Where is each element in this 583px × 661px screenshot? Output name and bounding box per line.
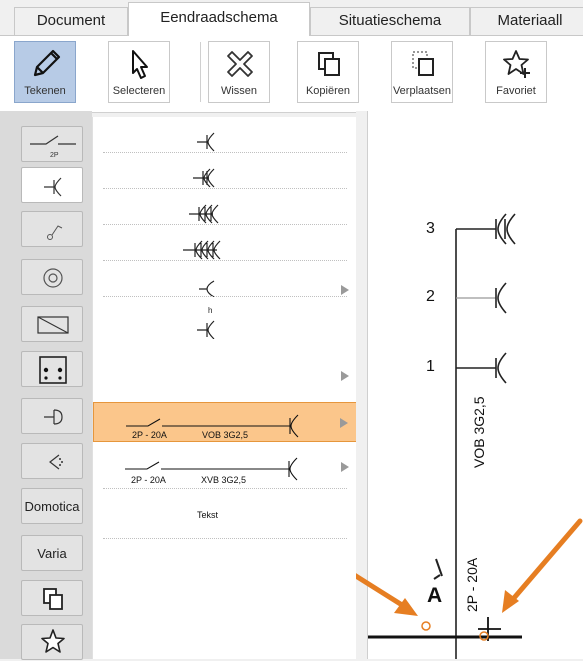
heater-icon — [37, 316, 69, 334]
wissen-button[interactable]: Wissen — [208, 41, 270, 103]
category-domotica[interactable]: Domotica — [21, 488, 83, 524]
wissen-label: Wissen — [220, 85, 258, 97]
symbol-socket-double[interactable] — [93, 153, 357, 189]
move-icon — [412, 51, 434, 76]
symbol-socket-single[interactable] — [93, 117, 357, 153]
verplaatsen-label: Verplaatsen — [392, 85, 452, 97]
category-heater[interactable] — [21, 306, 83, 342]
symbol-socket-h[interactable]: h — [93, 297, 357, 381]
switch-2p-label: 2P — [50, 152, 59, 159]
toolbar-separator — [200, 42, 201, 102]
cursor-icon — [132, 50, 148, 79]
symbol-text[interactable]: Tekst — [93, 497, 357, 539]
category-bell[interactable] — [21, 398, 83, 434]
copy-icon — [318, 52, 340, 76]
favoriet-button[interactable]: Favoriet — [485, 41, 547, 103]
socket-plain-icon — [199, 280, 215, 298]
lamp-icon — [43, 268, 63, 288]
symbol-circuit-xvb[interactable]: 2P - 20A XVB 3G2,5 — [93, 449, 357, 489]
expand-arrow-icon[interactable] — [341, 285, 349, 295]
tab-bar: Document Eendraadschema Situatieschema M… — [0, 0, 583, 36]
category-dice[interactable] — [21, 351, 83, 387]
circuit-number-2: 2 — [426, 288, 435, 305]
circuit-vob-cable-label: VOB 3G2,5 — [202, 430, 249, 440]
category-socket[interactable] — [21, 167, 83, 203]
socket-icon — [44, 177, 62, 197]
circuit-number-1: 1 — [426, 358, 435, 375]
star-add-icon — [503, 50, 530, 78]
switch-icon: 2P — [30, 135, 76, 159]
light-switch-icon — [47, 225, 63, 240]
tekenen-button[interactable]: Tekenen — [14, 41, 76, 103]
tab-document[interactable]: Document — [14, 7, 128, 36]
category-lamp[interactable] — [21, 259, 83, 295]
category-copy[interactable] — [21, 580, 83, 616]
favoriet-label: Favoriet — [496, 85, 536, 97]
cable-label: VOB 3G2,5 — [471, 396, 487, 468]
circuit-xvb-breaker-label: 2P - 20A — [131, 475, 166, 485]
circuit-xvb-cable-label: XVB 3G2,5 — [201, 475, 247, 485]
socket-h-label: h — [208, 306, 212, 315]
selecteren-button[interactable]: Selecteren — [108, 41, 170, 103]
category-light-switch[interactable] — [21, 211, 83, 247]
category-speaker[interactable] — [21, 443, 83, 479]
tab-eendraadschema[interactable]: Eendraadschema — [128, 2, 310, 36]
verplaatsen-button[interactable]: Verplaatsen — [391, 41, 453, 103]
expand-arrow-icon[interactable] — [341, 462, 349, 472]
symbol-socket-plain[interactable] — [93, 261, 357, 298]
socket-single-icon — [197, 132, 215, 152]
erase-x-icon — [227, 51, 253, 77]
pencil-icon — [33, 49, 61, 77]
copy-icon — [43, 588, 63, 610]
kopieren-button[interactable]: Kopiëren — [297, 41, 359, 103]
annotation-arrow-right — [502, 518, 583, 613]
category-favorite[interactable] — [21, 624, 83, 660]
toolbar: Tekenen Selecteren Wissen Kopiëren Verpl… — [0, 35, 583, 113]
circuit-vob-breaker-label: 2P - 20A — [132, 430, 167, 440]
tab-materiaal[interactable]: Materiaall — [470, 7, 583, 36]
symbol-text-label: Tekst — [197, 510, 219, 520]
symbol-socket-quad[interactable] — [93, 225, 357, 261]
socket-double-icon — [193, 168, 215, 188]
speaker-icon — [49, 454, 63, 470]
breaker-letter: A — [427, 584, 443, 607]
socket-h-icon: h — [197, 306, 215, 340]
category-varia[interactable]: Varia — [21, 535, 83, 571]
circuit-number-3: 3 — [426, 220, 435, 237]
symbol-panel: h 2P - 20A VOB 3G2,5 2P - 20A XVB 3G2,5 … — [92, 117, 357, 659]
tekenen-label: Tekenen — [24, 85, 66, 97]
category-switch-2p[interactable]: 2P — [21, 126, 83, 162]
breaker-label: 2P - 20A — [464, 557, 480, 612]
annotation-arrow-left — [356, 573, 418, 616]
symbol-socket-triple[interactable] — [93, 189, 357, 225]
star-icon — [41, 629, 65, 653]
selecteren-label: Selecteren — [112, 85, 166, 97]
bell-icon — [44, 409, 63, 425]
tab-situatieschema[interactable]: Situatieschema — [310, 7, 470, 36]
socket-quad-icon — [183, 240, 221, 260]
expand-arrow-icon[interactable] — [340, 418, 348, 428]
category-strip: 2P Domotica Varia — [0, 111, 92, 660]
socket-triple-icon — [189, 204, 219, 224]
symbol-circuit-vob[interactable]: 2P - 20A VOB 3G2,5 — [93, 402, 357, 442]
kopieren-label: Kopiëren — [305, 85, 351, 97]
dice-icon — [39, 356, 67, 384]
expand-arrow-icon[interactable] — [341, 371, 349, 381]
